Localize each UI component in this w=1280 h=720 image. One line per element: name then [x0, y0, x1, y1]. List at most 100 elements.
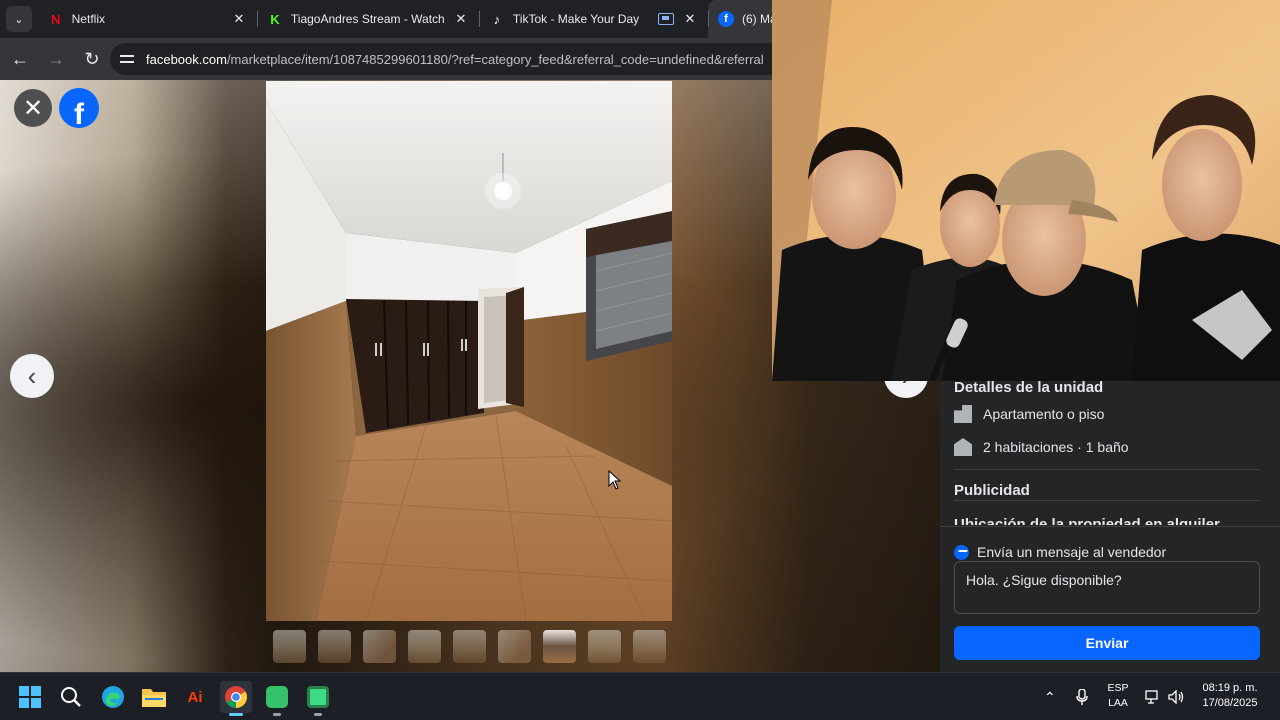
close-tab-icon[interactable]: ✕	[682, 11, 698, 27]
divider	[954, 500, 1260, 501]
thumbnail[interactable]	[363, 630, 396, 663]
tab-title: TikTok - Make Your Day	[512, 12, 640, 26]
url-text: facebook.com/marketplace/item/1087485299…	[146, 52, 764, 67]
close-tab-icon[interactable]: ✕	[453, 11, 469, 27]
arrow-right-icon: →	[47, 48, 65, 69]
facebook-icon: f	[718, 11, 734, 27]
taskbar: Ai ⌃ ESP LAA 08:19 p. m. 17/08/2025	[0, 672, 1280, 720]
reload-button[interactable]: ↻	[76, 43, 108, 75]
rooms-text: 2 habitaciones · 1 baño	[983, 439, 1129, 455]
android-studio-icon[interactable]	[302, 681, 334, 716]
thumbnail[interactable]	[453, 630, 486, 663]
message-seller-label: Envía un mensaje al vendedor	[954, 544, 1166, 560]
rooms-row: 2 habitaciones · 1 baño	[954, 438, 1129, 456]
green-app-logo	[266, 686, 288, 708]
building-icon	[954, 405, 972, 423]
volume-icon[interactable]	[1168, 673, 1186, 720]
location-heading: Ubicación de la propiedad en alquiler	[954, 516, 1220, 525]
message-seller-box: Envía un mensaje al vendedor Hola. ¿Sigu…	[940, 526, 1280, 672]
microphone-icon[interactable]	[1076, 673, 1088, 720]
tab-facebook-marketplace[interactable]: f (6) Mark	[708, 0, 780, 38]
facebook-logo[interactable]: f	[59, 88, 99, 128]
previous-photo-button[interactable]: ‹	[10, 354, 54, 398]
date: 17/08/2025	[1202, 697, 1258, 709]
tab-search-button[interactable]: ⌄	[6, 6, 32, 32]
message-input[interactable]: Hola. ¿Sigue disponible?	[954, 561, 1260, 614]
screen: ⌄ N Netflix ✕ K TiagoAndres Stream - Wat…	[0, 0, 1280, 720]
location-heading-text: Ubicación de la propiedad en alquiler	[954, 516, 1220, 525]
language-code: ESP	[1107, 682, 1129, 694]
send-button[interactable]: Enviar	[954, 626, 1260, 660]
thumbnail[interactable]	[588, 630, 621, 663]
listing-photo	[266, 81, 672, 621]
ads-heading: Publicidad	[954, 482, 1030, 499]
edge-logo	[102, 686, 124, 708]
facebook-logo-letter: f	[74, 98, 84, 128]
edge-icon[interactable]	[97, 681, 129, 713]
close-tab-icon[interactable]: ✕	[231, 11, 247, 27]
divider	[954, 469, 1260, 470]
kick-icon: K	[270, 11, 280, 27]
tab-title: Netflix	[71, 12, 105, 26]
message-seller-text: Envía un mensaje al vendedor	[977, 544, 1167, 560]
reload-icon: ↻	[84, 48, 100, 69]
house-icon	[954, 438, 972, 456]
thumbnail[interactable]	[633, 630, 666, 663]
windows-start-icon[interactable]	[14, 681, 46, 713]
url-path: /marketplace/item/1087485299601180/?ref=…	[226, 51, 764, 67]
tab-tiktok[interactable]: ♪ TikTok - Make Your Day ✕	[478, 0, 708, 38]
time: 08:19 p. m.	[1202, 682, 1258, 694]
site-settings-icon[interactable]	[120, 52, 136, 66]
illustrator-logo: Ai	[187, 688, 203, 706]
tab-netflix[interactable]: N Netflix ✕	[38, 0, 257, 38]
url-host: facebook.com	[146, 51, 227, 67]
mouse-cursor-icon	[608, 470, 622, 490]
address-bar[interactable]: facebook.com/marketplace/item/1087485299…	[110, 43, 790, 75]
tab-title: TiagoAndres Stream - Watch Li	[290, 12, 449, 26]
input-language[interactable]: ESP LAA	[1102, 681, 1134, 711]
messenger-icon	[954, 544, 969, 560]
mic-glyph	[1076, 689, 1088, 705]
room-photo	[266, 81, 672, 621]
chevron-down-icon: ⌄	[14, 13, 24, 26]
browser-toolbar: ← → ↻ facebook.com/marketplace/item/1087…	[0, 38, 790, 80]
listing-details-panel: Detalles de la unidad Apartamento o piso…	[940, 379, 1280, 672]
close-viewer-button[interactable]: ✕	[14, 89, 52, 127]
thumbnail[interactable]	[498, 630, 531, 663]
speaker-glyph	[1168, 690, 1184, 704]
back-button[interactable]: ←	[4, 43, 36, 75]
android-logo	[307, 686, 329, 708]
chrome-logo	[225, 686, 247, 708]
forward-button[interactable]: →	[40, 43, 72, 75]
property-type-row: Apartamento o piso	[954, 405, 1104, 423]
thumbnail-active[interactable]	[543, 630, 576, 663]
adobe-illustrator-icon[interactable]: Ai	[179, 681, 211, 713]
magnifier-icon	[61, 687, 81, 707]
close-icon: ✕	[22, 94, 44, 122]
chevron-left-icon: ‹	[27, 360, 37, 391]
windows-logo	[19, 686, 41, 708]
clock[interactable]: 08:19 p. m. 17/08/2025	[1194, 681, 1266, 711]
network-glyph	[1145, 690, 1158, 704]
browser-tab-strip: ⌄ N Netflix ✕ K TiagoAndres Stream - Wat…	[0, 0, 780, 38]
unit-details-heading: Detalles de la unidad	[954, 379, 1104, 396]
property-type: Apartamento o piso	[983, 406, 1105, 422]
webcam-overlay	[772, 0, 1280, 381]
thumbnail[interactable]	[273, 630, 306, 663]
thumbnail-strip	[273, 630, 666, 663]
keyboard-layout: LAA	[1108, 697, 1128, 709]
netflix-icon: N	[50, 11, 61, 27]
chevron-up-icon: ⌃	[1044, 688, 1056, 705]
app-green-icon[interactable]	[261, 681, 293, 716]
arrow-left-icon: ←	[11, 48, 29, 69]
cast-icon	[658, 13, 674, 25]
network-icon[interactable]	[1145, 673, 1161, 720]
tab-kick-stream[interactable]: K TiagoAndres Stream - Watch Li ✕	[256, 0, 479, 38]
show-hidden-icons[interactable]: ⌃	[1044, 673, 1056, 720]
thumbnail[interactable]	[318, 630, 351, 663]
search-icon[interactable]	[55, 681, 87, 713]
thumbnail[interactable]	[408, 630, 441, 663]
chrome-icon[interactable]	[220, 681, 252, 716]
file-explorer-icon[interactable]	[138, 681, 170, 713]
tiktok-icon: ♪	[493, 11, 501, 27]
